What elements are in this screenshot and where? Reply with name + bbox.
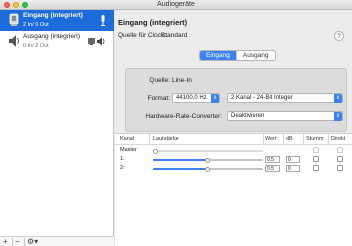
channel-format-popup[interactable]: 2 Kanal - 24-Bit Integer ⇕ <box>227 93 343 103</box>
mute-checkbox[interactable] <box>313 156 319 162</box>
add-device-button[interactable]: + <box>3 237 8 246</box>
device-name: Eingang (integriert) <box>23 12 83 19</box>
column-header-stumm: Stumm <box>306 136 324 142</box>
speaker-device-icon <box>9 35 19 47</box>
thru-checkbox[interactable] <box>337 165 343 171</box>
column-divider <box>328 134 329 144</box>
sample-rate-value: 44100,0 Hz <box>176 95 207 101</box>
format-label: Format: <box>147 95 170 102</box>
toolbar-divider <box>24 238 25 246</box>
channel-2-value-field[interactable]: 0.5 <box>265 165 280 172</box>
device-item-output[interactable]: Ausgang (integriert) 0 In/ 2 Out <box>0 31 114 52</box>
device-title: Eingang (integriert) <box>118 18 188 27</box>
chevron-updown-icon: ⇕ <box>334 94 342 103</box>
rate-converter-label: Hardware-Rate-Converter: <box>145 113 222 120</box>
slider-fill <box>153 168 208 170</box>
tab-eingang[interactable]: Eingang <box>200 51 236 60</box>
microphone-device-icon <box>9 13 19 26</box>
column-header-direkt: Direkt <box>331 136 346 142</box>
channel-label: 2: <box>120 165 125 171</box>
microphone-icon <box>101 15 105 26</box>
slider-fill <box>153 159 208 161</box>
display-speaker-icon <box>88 37 105 46</box>
chevron-updown-icon: ⇕ <box>211 94 219 103</box>
header-divider <box>115 144 352 145</box>
slider-knob <box>153 148 158 154</box>
channel-label: Master <box>120 147 137 153</box>
thru-checkbox[interactable] <box>337 156 343 162</box>
source-value: Line-In <box>172 77 192 84</box>
volume-table: Kanal Lautstärke Wert dB Stumm Direkt Ma… <box>115 133 352 246</box>
slider-knob[interactable] <box>205 157 210 163</box>
help-button[interactable]: ? <box>334 31 344 41</box>
device-io-count: 0 In/ 2 Out <box>23 43 49 49</box>
device-sidebar: Eingang (integriert) 2 In/ 0 Out Ausgang… <box>0 10 114 246</box>
channel-1-volume-slider[interactable] <box>153 157 263 163</box>
sidebar-toolbar: + − ⚙▾ <box>0 236 114 246</box>
remove-device-button[interactable]: − <box>15 237 20 246</box>
clock-source-value: Standard <box>161 32 188 39</box>
mute-checkbox[interactable] <box>313 165 319 171</box>
io-segmented-control: Eingang Ausgang <box>199 50 276 61</box>
sample-rate-popup[interactable]: 44100,0 Hz ⇕ <box>172 93 220 103</box>
channel-format-value: 2 Kanal - 24-Bit Integer <box>231 95 293 101</box>
thru-checkbox <box>337 147 343 153</box>
column-divider <box>149 134 150 144</box>
title-bar: Audiogeräte <box>0 0 352 10</box>
column-header-db: dB <box>286 136 293 142</box>
clock-source-label: Quelle für Clock: <box>118 32 167 39</box>
gear-menu-button[interactable]: ⚙▾ <box>27 237 41 246</box>
device-item-input[interactable]: Eingang (integriert) 2 In/ 0 Out <box>0 10 114 31</box>
device-io-count: 2 In/ 0 Out <box>23 22 49 28</box>
chevron-updown-icon: ⇕ <box>334 112 342 121</box>
channel-1-db-field[interactable]: 0 <box>286 156 300 163</box>
rate-converter-value: Deaktivieren <box>231 113 265 119</box>
mute-checkbox <box>313 147 319 153</box>
column-header-lautstaerke: Lautstärke <box>153 136 179 142</box>
column-divider <box>263 134 264 144</box>
column-divider <box>303 134 304 144</box>
window-title: Audiogeräte <box>157 1 195 8</box>
channel-label: 1: <box>120 156 125 162</box>
rate-converter-popup[interactable]: Deaktivieren ⇕ <box>227 111 343 121</box>
format-panel: Quelle: Line-In Format: 44100,0 Hz ⇕ 2 K… <box>125 68 347 132</box>
device-name: Ausgang (integriert) <box>23 33 81 40</box>
master-volume-slider <box>153 148 263 154</box>
tab-ausgang[interactable]: Ausgang <box>235 51 275 60</box>
slider-knob[interactable] <box>205 166 210 172</box>
column-header-kanal: Kanal <box>120 136 135 142</box>
column-header-wert: Wert <box>265 136 277 142</box>
source-label: Quelle: <box>149 77 170 84</box>
channel-2-volume-slider[interactable] <box>153 166 263 172</box>
channel-2-db-field[interactable]: 0 <box>286 165 300 172</box>
column-divider <box>283 134 284 144</box>
toolbar-divider <box>12 238 13 246</box>
channel-1-value-field[interactable]: 0.5 <box>265 156 280 163</box>
device-detail-pane: Eingang (integriert) Quelle für Clock: S… <box>115 10 352 246</box>
